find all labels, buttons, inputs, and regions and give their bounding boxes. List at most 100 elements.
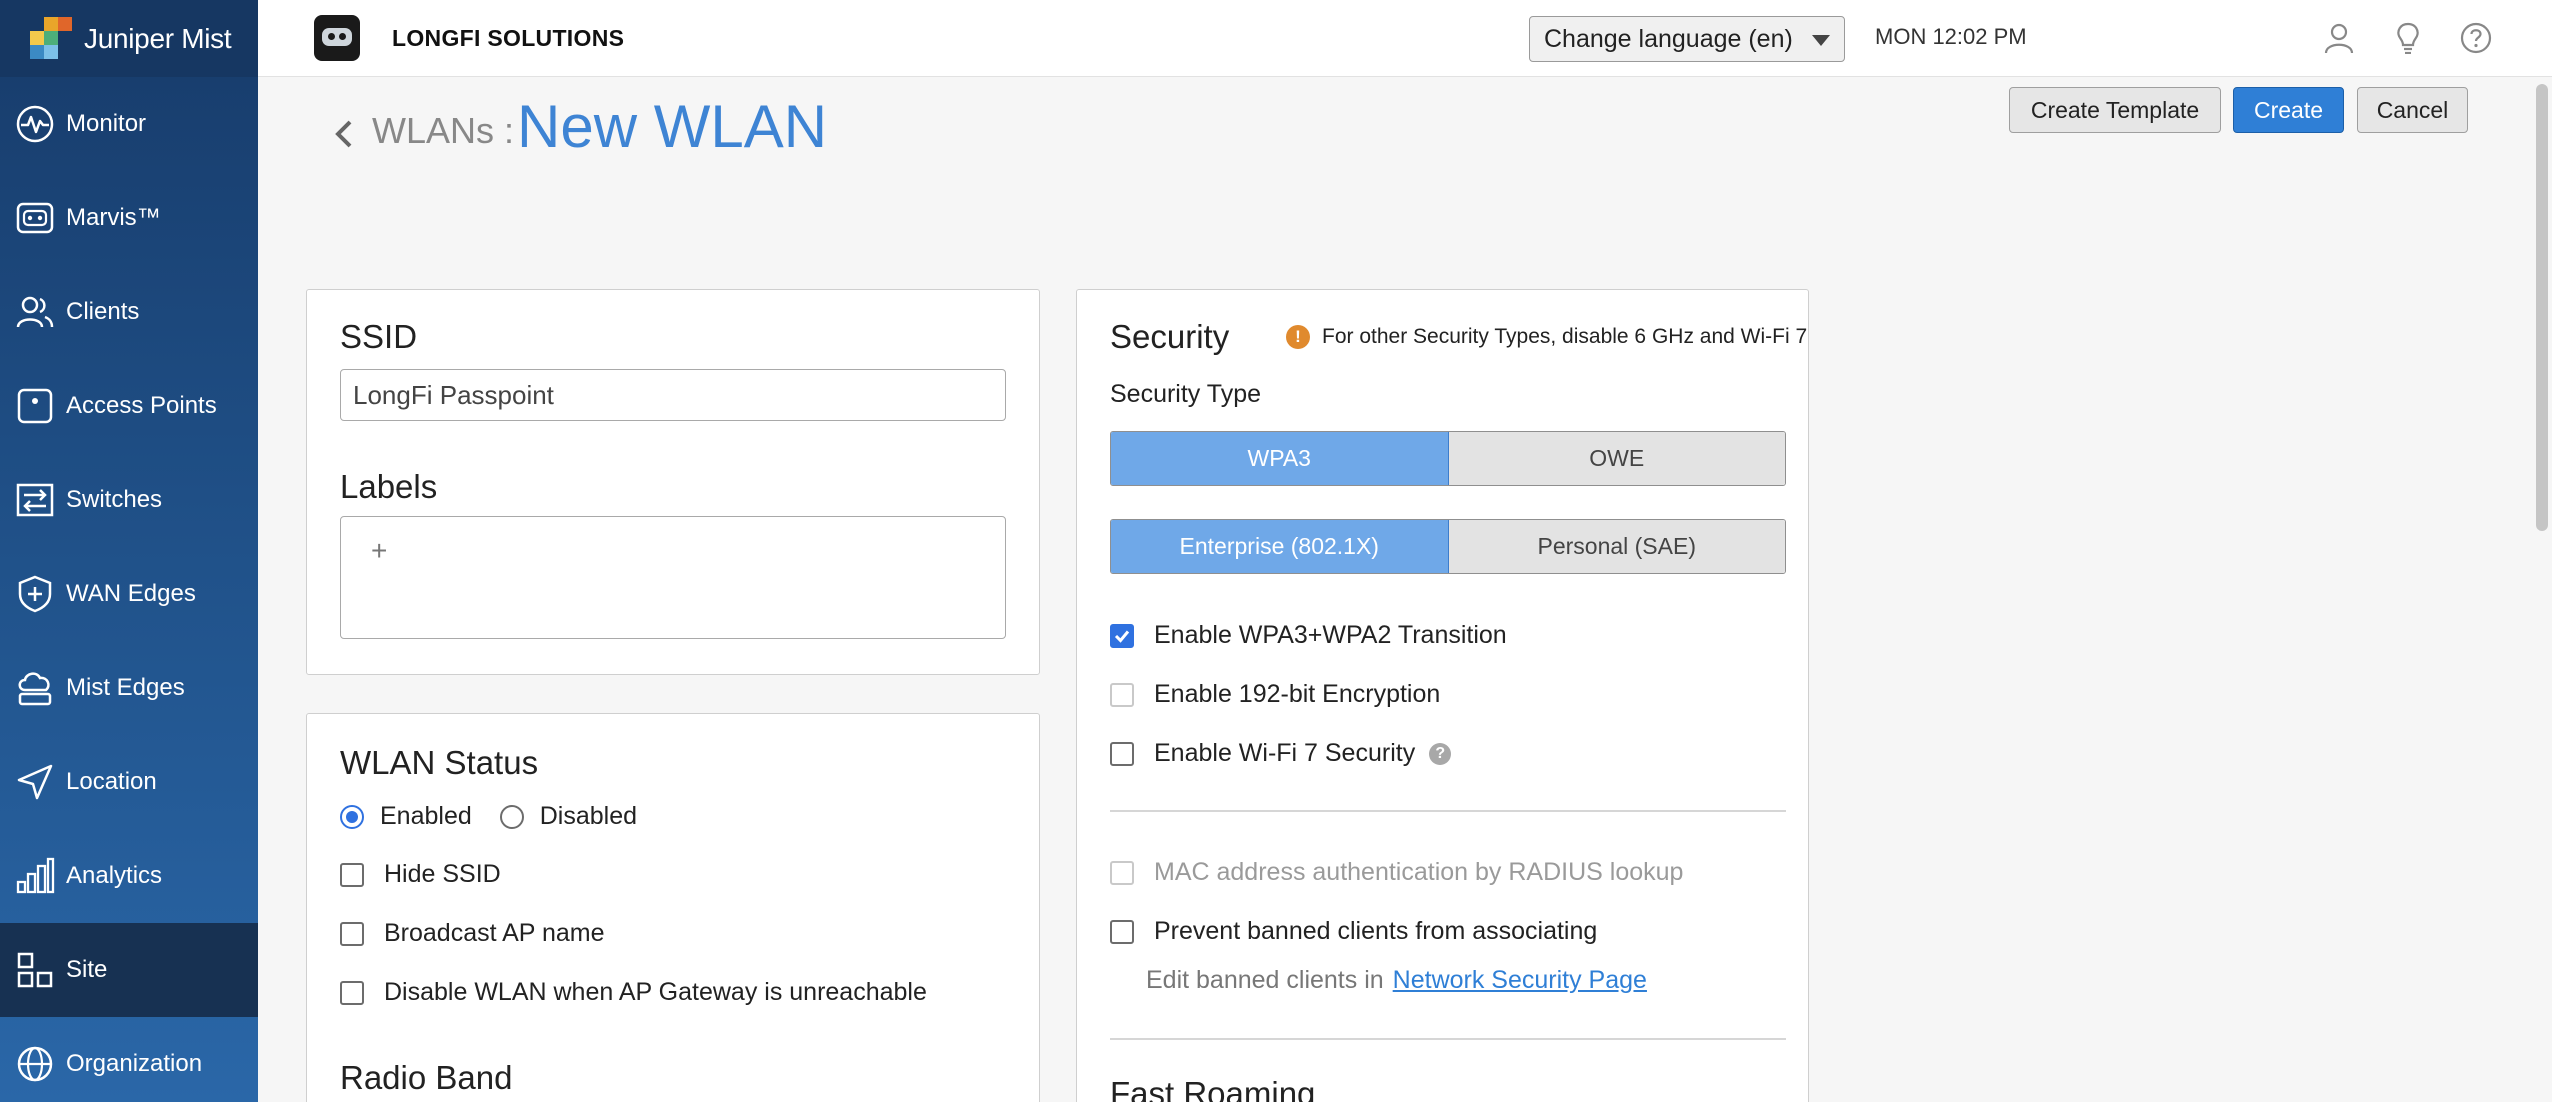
enterprise-option[interactable]: Enterprise (802.1X) xyxy=(1111,520,1449,573)
encryption-192-row[interactable]: Enable 192-bit Encryption xyxy=(1110,680,1440,709)
fast-roaming-title: Fast Roaming xyxy=(1110,1075,1316,1102)
page-title: New WLAN xyxy=(517,93,828,160)
radio-band-title: Radio Band xyxy=(340,1059,513,1096)
security-notice-text: For other Security Types, disable 6 GHz … xyxy=(1322,325,1808,348)
sidebar-item-clients[interactable]: Clients xyxy=(0,265,258,359)
cloud-icon xyxy=(14,667,56,709)
lightbulb-icon[interactable] xyxy=(2390,20,2426,56)
sidebar-item-switches[interactable]: Switches xyxy=(0,453,258,547)
labels-box[interactable]: + xyxy=(340,516,1006,639)
sidebar-item-monitor[interactable]: Monitor xyxy=(0,77,258,171)
edit-banned-hint: Edit banned clients in Network Security … xyxy=(1146,966,1647,995)
wan-edge-shield-icon xyxy=(14,573,56,615)
breadcrumb[interactable]: WLANs : xyxy=(372,110,514,152)
security-mode-toggle: Enterprise (802.1X) Personal (SAE) xyxy=(1110,519,1786,574)
ssid-panel: SSID LongFi Passpoint Labels + xyxy=(306,289,1040,675)
sidebar-item-label: Location xyxy=(66,768,157,795)
cancel-button[interactable]: Cancel xyxy=(2357,87,2468,133)
hide-ssid-checkbox[interactable] xyxy=(340,862,364,887)
security-type-label: Security Type xyxy=(1110,380,1262,408)
caret-down-icon xyxy=(1812,35,1830,46)
personal-sae-option[interactable]: Personal (SAE) xyxy=(1448,520,1785,573)
monitor-pulse-icon xyxy=(14,103,56,145)
language-select[interactable]: Change language (en) xyxy=(1529,16,1845,62)
marvis-bot-icon[interactable] xyxy=(314,15,360,61)
clock: MON 12:02 PM xyxy=(1875,24,2027,49)
scrollbar-thumb[interactable] xyxy=(2536,84,2548,531)
wpa3-transition-checkbox[interactable] xyxy=(1110,623,1134,648)
mac-auth-label: MAC address authentication by RADIUS loo… xyxy=(1154,858,1684,886)
juniper-logo-icon xyxy=(26,16,72,61)
broadcast-ap-checkbox[interactable] xyxy=(340,921,364,946)
disable-gateway-row[interactable]: Disable WLAN when AP Gateway is unreacha… xyxy=(340,978,927,1007)
disable-gateway-checkbox[interactable] xyxy=(340,980,364,1005)
hide-ssid-row[interactable]: Hide SSID xyxy=(340,860,501,889)
prevent-banned-label: Prevent banned clients from associating xyxy=(1154,917,1598,945)
disabled-radio[interactable] xyxy=(499,804,524,829)
sidebar-item-label: Clients xyxy=(66,298,140,325)
security-panel: Security ! For other Security Types, dis… xyxy=(1076,289,1809,1102)
sidebar-item-label: Mist Edges xyxy=(66,674,185,701)
wpa3-option[interactable]: WPA3 xyxy=(1111,432,1449,485)
sidebar-item-label: Switches xyxy=(66,486,163,513)
wifi7-security-row[interactable]: Enable Wi-Fi 7 Security ? xyxy=(1110,739,1452,768)
back-chevron-icon[interactable] xyxy=(330,116,358,152)
create-template-button[interactable]: Create Template xyxy=(2009,87,2221,133)
language-select-value: Change language (en) xyxy=(1544,24,1793,53)
sidebar-item-organization[interactable]: Organization xyxy=(0,1017,258,1102)
disabled-radio-label: Disabled xyxy=(539,802,638,830)
encryption-192-label: Enable 192-bit Encryption xyxy=(1154,680,1441,708)
mac-auth-checkbox[interactable] xyxy=(1110,860,1134,885)
hide-ssid-label: Hide SSID xyxy=(384,860,501,888)
wifi7-security-label: Enable Wi-Fi 7 Security xyxy=(1154,739,1416,767)
switches-icon xyxy=(14,479,56,521)
enabled-radio-label: Enabled xyxy=(380,802,472,830)
broadcast-ap-row[interactable]: Broadcast AP name xyxy=(340,919,605,948)
sidebar-item-location[interactable]: Location xyxy=(0,735,258,829)
security-type-toggle: WPA3 OWE xyxy=(1110,431,1786,486)
top-header: LONGFI SOLUTIONS xyxy=(258,0,2552,77)
logo[interactable]: Juniper Mist xyxy=(0,0,258,77)
sidebar-item-analytics[interactable]: Analytics xyxy=(0,829,258,923)
sidebar: Juniper Mist Monitor Marvis™ Clients Acc… xyxy=(0,0,258,1102)
sidebar-item-wan-edges[interactable]: WAN Edges xyxy=(0,547,258,641)
mac-auth-row[interactable]: MAC address authentication by RADIUS loo… xyxy=(1110,858,1683,887)
sidebar-item-access-points[interactable]: Access Points xyxy=(0,359,258,453)
enabled-radio[interactable] xyxy=(340,804,364,829)
wpa3-transition-row[interactable]: Enable WPA3+WPA2 Transition xyxy=(1110,621,1507,650)
security-notice: ! For other Security Types, disable 6 GH… xyxy=(1286,325,1807,349)
prevent-banned-row[interactable]: Prevent banned clients from associating xyxy=(1110,917,1597,946)
sidebar-item-mist-edges[interactable]: Mist Edges xyxy=(0,641,258,735)
network-security-page-link[interactable]: Network Security Page xyxy=(1393,966,1647,995)
sidebar-item-label: Access Points xyxy=(66,392,217,419)
help-icon[interactable] xyxy=(2458,20,2494,56)
clients-icon xyxy=(14,291,56,333)
user-icon[interactable] xyxy=(2321,20,2357,56)
globe-icon xyxy=(14,1043,56,1085)
brand-name: Juniper Mist xyxy=(84,22,232,54)
disable-gateway-label: Disable WLAN when AP Gateway is unreacha… xyxy=(384,978,927,1006)
sidebar-item-marvis[interactable]: Marvis™ xyxy=(0,171,258,265)
wifi7-security-checkbox[interactable] xyxy=(1110,741,1134,766)
broadcast-ap-label: Broadcast AP name xyxy=(384,919,605,947)
owe-option[interactable]: OWE xyxy=(1448,432,1785,485)
add-label-icon[interactable]: + xyxy=(371,535,387,567)
sidebar-item-site[interactable]: Site xyxy=(0,923,258,1017)
status-radio-group: Enabled Disabled xyxy=(340,802,637,831)
create-button[interactable]: Create xyxy=(2233,87,2344,133)
sidebar-item-label: WAN Edges xyxy=(66,580,196,607)
ssid-input[interactable]: LongFi Passpoint xyxy=(340,369,1006,421)
analytics-bars-icon xyxy=(14,855,56,897)
prevent-banned-checkbox[interactable] xyxy=(1110,919,1134,944)
access-point-icon xyxy=(14,385,56,427)
site-icon xyxy=(14,949,56,991)
org-name[interactable]: LONGFI SOLUTIONS xyxy=(392,25,624,52)
help-circle-icon[interactable]: ? xyxy=(1429,742,1452,765)
encryption-192-checkbox[interactable] xyxy=(1110,682,1134,707)
security-title: Security xyxy=(1110,318,1230,355)
divider xyxy=(1110,810,1786,812)
checkmark-icon xyxy=(1114,630,1130,643)
wlan-status-panel: WLAN Status Enabled Disabled Hide SSID B… xyxy=(306,713,1040,1102)
wpa3-transition-label: Enable WPA3+WPA2 Transition xyxy=(1154,621,1507,649)
marvis-icon xyxy=(14,197,56,239)
